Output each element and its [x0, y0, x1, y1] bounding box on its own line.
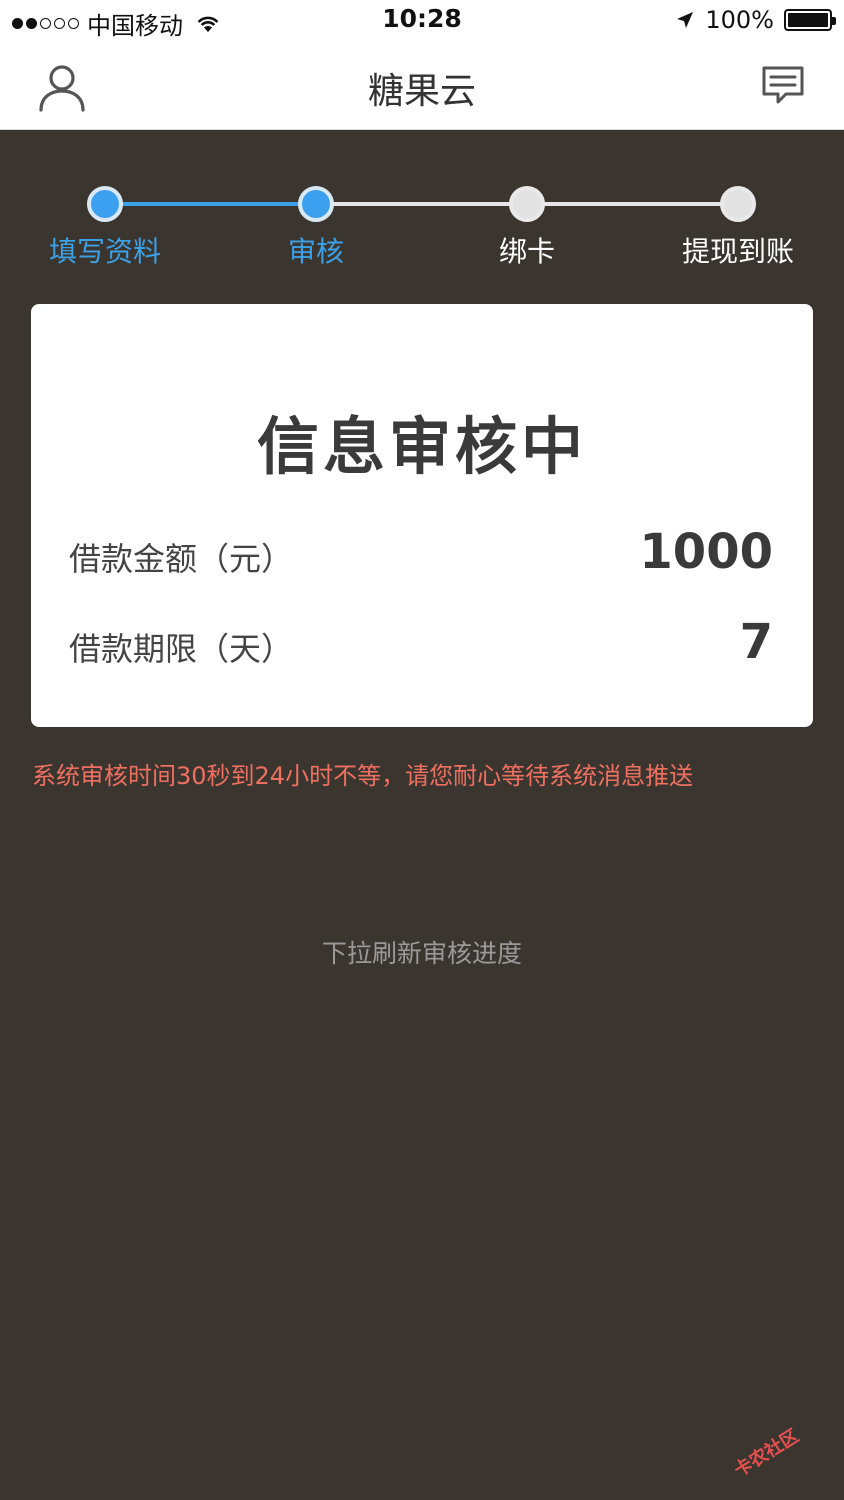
- review-time-notice: 系统审核时间30秒到24小时不等，请您耐心等待系统消息推送: [32, 762, 694, 790]
- pull-to-refresh-hint[interactable]: 下拉刷新审核进度: [0, 934, 844, 970]
- message-icon[interactable]: [760, 64, 806, 108]
- loan-amount-value: 1000: [639, 524, 773, 580]
- step-connector-3: [527, 202, 738, 206]
- step-label-bind-card: 绑卡: [498, 235, 555, 268]
- step-label-review: 审核: [287, 235, 344, 268]
- review-status-title: 信息审核中: [256, 410, 587, 483]
- loan-amount-label: 借款金额（元）: [69, 540, 294, 578]
- step-dot-review: [298, 186, 334, 222]
- battery-icon: [784, 9, 836, 31]
- watermark-logo: 卡农社区: [728, 1407, 839, 1500]
- status-right: 100%: [675, 6, 836, 34]
- step-connector-2: [316, 202, 527, 206]
- watermark-text: 卡农社区: [730, 1425, 803, 1482]
- step-label-withdraw: 提现到账: [681, 235, 794, 268]
- nav-bar: 糖果云: [0, 44, 844, 130]
- review-status-card: 信息审核中 借款金额（元） 1000 借款期限（天） 7: [31, 304, 813, 727]
- status-bar: 中国移动 10:28 100%: [0, 0, 844, 44]
- step-dot-withdraw: [720, 186, 756, 222]
- battery-percent: 100%: [705, 6, 774, 34]
- step-dot-fill-info: [87, 186, 123, 222]
- step-label-fill-info: 填写资料: [48, 235, 161, 268]
- page-title: 糖果云: [367, 71, 476, 112]
- progress-stepper: 填写资料 审核 绑卡 提现到账: [0, 130, 844, 300]
- loan-term-label: 借款期限（天）: [69, 630, 294, 668]
- step-dot-bind-card: [509, 186, 545, 222]
- step-connector-1: [105, 202, 316, 206]
- location-arrow-icon: [677, 12, 694, 28]
- loan-term-value: 7: [739, 614, 773, 670]
